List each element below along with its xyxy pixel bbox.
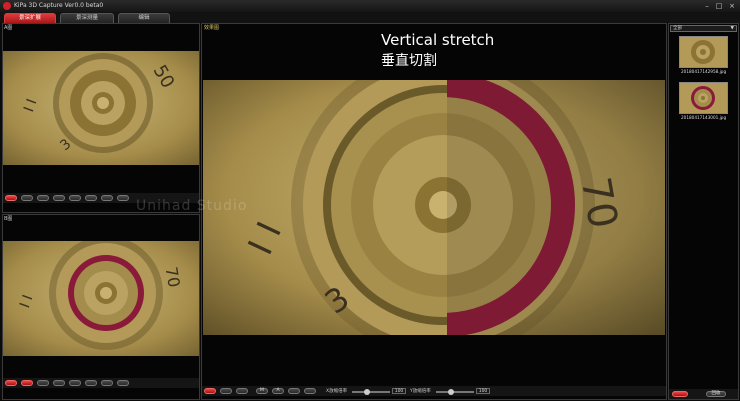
- export-button-main[interactable]: [304, 388, 316, 394]
- gallery-thumbnail-2[interactable]: [679, 82, 728, 114]
- panel-gallery: [668, 23, 739, 400]
- x-scale-value[interactable]: 100: [392, 388, 406, 394]
- x-scale-label: X放缩倍率: [326, 389, 348, 394]
- x-scale-slider-knob[interactable]: [364, 389, 370, 395]
- image-b-view[interactable]: 70 I I: [3, 241, 199, 356]
- app-logo-icon: [3, 2, 11, 10]
- gallery-filter-dropdown[interactable]: 全部 ▼: [670, 25, 737, 32]
- compare-button-b[interactable]: [69, 380, 81, 386]
- compare-button-a[interactable]: [69, 195, 81, 201]
- save-button-a[interactable]: [53, 195, 65, 201]
- record-button-b[interactable]: [5, 380, 17, 386]
- open-button-b[interactable]: [37, 380, 49, 386]
- tab-depth-measure[interactable]: 景深测量: [60, 13, 114, 23]
- panel-b-label: B图: [4, 216, 13, 222]
- tab-edit[interactable]: 编辑: [118, 13, 170, 23]
- close-icon[interactable]: ×: [727, 2, 737, 10]
- camera-button-a[interactable]: [101, 195, 113, 201]
- x-scale-slider-track[interactable]: [352, 391, 390, 393]
- add-button-a[interactable]: [117, 195, 129, 201]
- overlay-title-en: Vertical stretch: [381, 31, 495, 49]
- auto-button[interactable]: A: [272, 388, 284, 394]
- tab-depth-extend[interactable]: 景深扩展: [4, 13, 56, 23]
- settings-button-a[interactable]: [85, 195, 97, 201]
- y-scale-slider-track[interactable]: [436, 391, 474, 393]
- window-title: KiPa 3D Capture Ver0.0 beta0: [14, 2, 104, 9]
- camera-button-b[interactable]: [101, 380, 113, 386]
- overlay-title-cn: 垂直切割: [381, 53, 437, 69]
- capture-button-b[interactable]: [21, 380, 33, 386]
- panel-a-label: A图: [4, 25, 13, 31]
- watermark: Unihad Studio: [136, 198, 248, 214]
- save-button-b[interactable]: [53, 380, 65, 386]
- maximize-icon[interactable]: □: [714, 2, 724, 10]
- minimize-icon[interactable]: –: [702, 2, 712, 10]
- image-a-view[interactable]: 50 I I 3: [3, 51, 199, 165]
- save-button-main[interactable]: [288, 388, 300, 394]
- gallery-thumbnail-1[interactable]: [679, 36, 728, 68]
- svg-text:70: 70: [572, 174, 626, 232]
- record-button-main[interactable]: [204, 388, 216, 394]
- chevron-down-icon: ▼: [730, 26, 734, 31]
- gallery-thumbnail-2-caption: 20180417143001.jpg: [681, 115, 727, 120]
- gallery-filter-value: 全部: [673, 26, 682, 31]
- title-bar: [0, 0, 740, 12]
- y-scale-value[interactable]: 100: [476, 388, 490, 394]
- add-button-b[interactable]: [117, 380, 129, 386]
- result-image-view[interactable]: 70 I I 3: [203, 80, 665, 335]
- capture-button-a[interactable]: [21, 195, 33, 201]
- record-button-a[interactable]: [5, 195, 17, 201]
- recycle-button[interactable]: 回收: [706, 391, 726, 397]
- panel-result-label: 效果图: [204, 25, 220, 31]
- y-scale-label: Y放缩倍率: [410, 389, 431, 394]
- capture-button-main[interactable]: [220, 388, 232, 394]
- manual-button[interactable]: M: [256, 388, 268, 394]
- y-scale-slider-knob[interactable]: [448, 389, 454, 395]
- delete-button[interactable]: [672, 391, 688, 397]
- settings-button-b[interactable]: [85, 380, 97, 386]
- svg-text:70: 70: [162, 265, 184, 288]
- open-button-main[interactable]: [236, 388, 248, 394]
- gallery-thumbnail-1-caption: 20180417142958.jpg: [681, 69, 727, 74]
- open-button-a[interactable]: [37, 195, 49, 201]
